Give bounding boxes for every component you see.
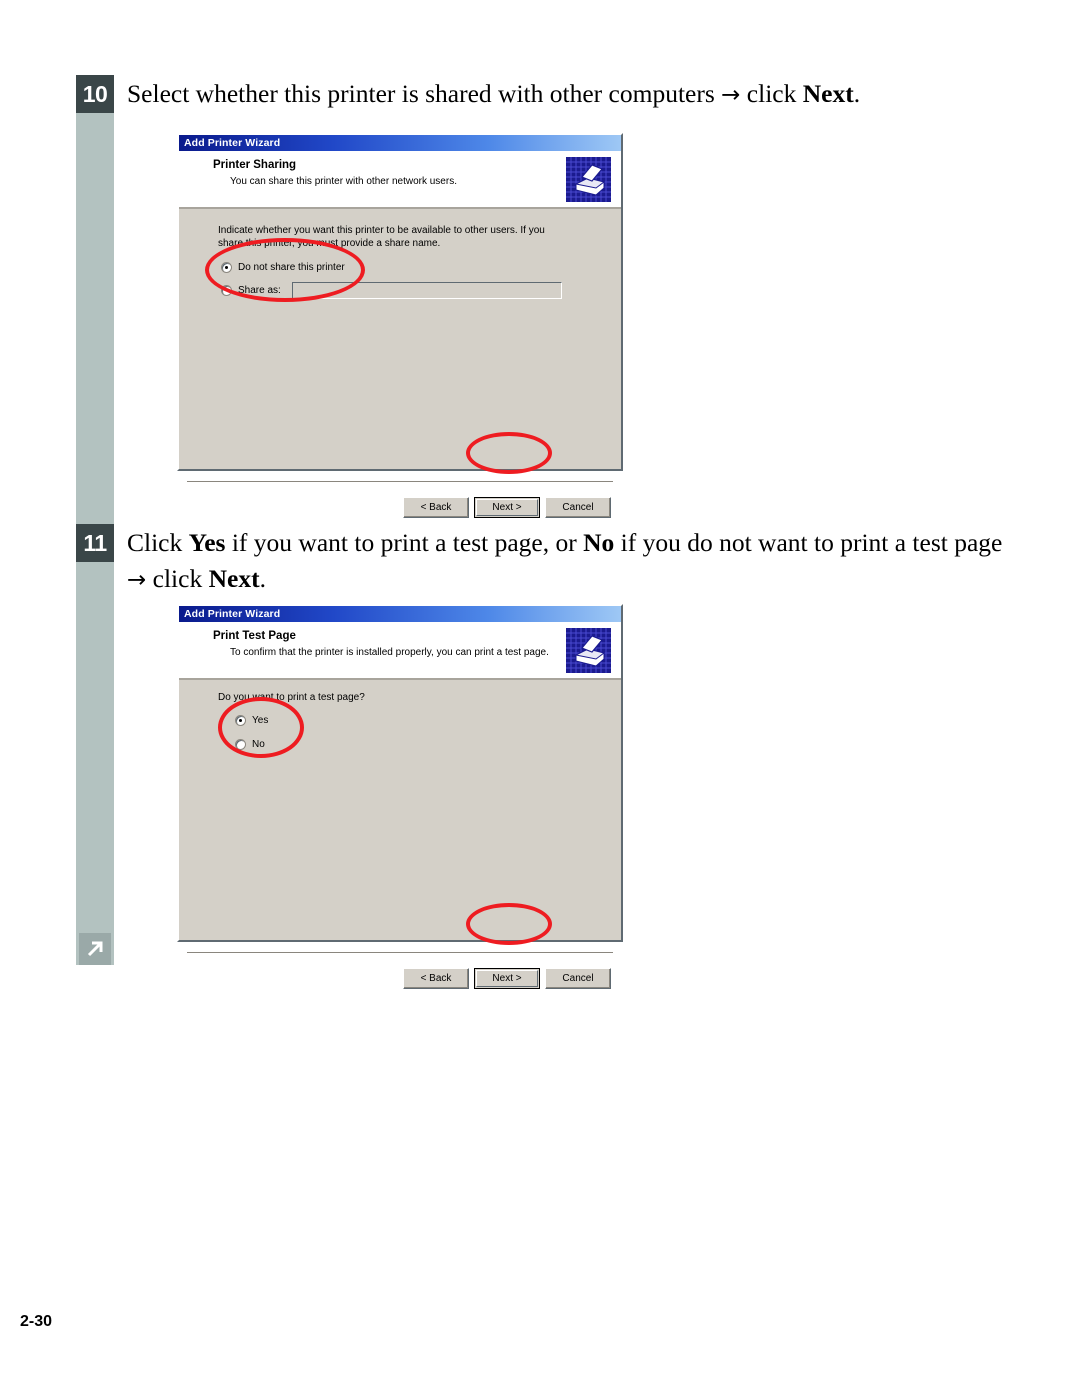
next-button-label: Next > [476, 499, 538, 516]
step-11-yes-label: Yes [188, 528, 226, 557]
dialog1-title: Add Printer Wizard [184, 137, 281, 149]
next-button[interactable]: Next > [474, 497, 540, 518]
dialog2-header: Print Test Page To confirm that the prin… [179, 622, 621, 680]
back-button[interactable]: < Back [403, 968, 469, 989]
step-11-mid2: if you do not want to print a test page [614, 528, 1003, 557]
dialog2-button-row: < Back Next > Cancel [403, 968, 611, 989]
dialog1-header: Printer Sharing You can share this print… [179, 151, 621, 209]
cancel-button[interactable]: Cancel [545, 968, 611, 989]
printer-icon [566, 628, 611, 673]
dialog1-separator [187, 481, 613, 485]
arrow-glyph: → [721, 82, 741, 108]
step-10-text: Select whether this printer is shared wi… [127, 75, 860, 113]
radio-yes-label: Yes [252, 715, 269, 726]
radio-share-as-label: Share as: [238, 285, 281, 296]
radio-do-not-share[interactable]: Do not share this printer [221, 262, 345, 273]
step-11-mid1: if you want to print a test page, or [225, 528, 584, 557]
radio-no-label: No [252, 739, 265, 750]
dialog1-body: Indicate whether you want this printer t… [179, 209, 621, 518]
printer-icon [566, 157, 611, 202]
radio-no[interactable]: No [235, 739, 265, 750]
radio-share-as-indicator[interactable] [221, 285, 232, 296]
step-11-no-label: No [583, 528, 615, 557]
arrow-glyph: → [127, 567, 147, 593]
radio-share-as[interactable]: Share as: [221, 285, 281, 296]
add-printer-wizard-dialog-test-page[interactable]: Add Printer Wizard Print Test Page To co… [177, 604, 623, 989]
radio-no-indicator[interactable] [235, 739, 246, 750]
step-11-period: . [259, 564, 266, 593]
step-10-lead: Select whether this printer is shared wi… [127, 79, 722, 108]
radio-yes-indicator[interactable] [235, 715, 246, 726]
page-number: 2-30 [20, 1313, 53, 1330]
radio-do-not-share-indicator[interactable] [221, 262, 232, 273]
dialog1-body-text: Indicate whether you want this printer t… [218, 225, 545, 249]
step-10-next-label: Next [802, 79, 854, 108]
step-11-text: Click Yes if you want to print a test pa… [127, 524, 1016, 598]
add-printer-wizard-dialog-sharing[interactable]: Add Printer Wizard Printer Sharing You c… [177, 133, 623, 518]
step-11-next-label: Next [208, 564, 260, 593]
dialog2-body: Do you want to print a test page? Yes No… [179, 680, 621, 989]
step-11-click2: click [146, 564, 209, 593]
step-10-click: click [740, 79, 803, 108]
share-name-input[interactable] [292, 282, 562, 299]
step-11-number: 11 [76, 524, 114, 562]
step-10-period: . [853, 79, 861, 108]
step-10: 10 Select whether this printer is shared… [76, 75, 976, 113]
dialog1-header-title: Printer Sharing [213, 159, 297, 171]
step-11: 11 Click Yes if you want to print a test… [76, 524, 1016, 598]
step-11-click: Click [127, 528, 189, 557]
left-accent-rail [76, 75, 114, 965]
dialog2-separator [187, 952, 613, 956]
dialog2-title: Add Printer Wizard [184, 608, 281, 620]
next-button-label: Next > [476, 970, 538, 987]
cancel-button[interactable]: Cancel [545, 497, 611, 518]
test-page-prompt: Do you want to print a test page? [218, 692, 365, 703]
dialog1-button-row: < Back Next > Cancel [403, 497, 611, 518]
diagonal-arrow-icon [79, 933, 111, 965]
dialog1-header-subtitle: You can share this printer with other ne… [230, 176, 457, 187]
dialog2-header-title: Print Test Page [213, 630, 296, 642]
back-button[interactable]: < Back [403, 497, 469, 518]
next-button[interactable]: Next > [474, 968, 540, 989]
dialog1-titlebar: Add Printer Wizard [179, 135, 621, 151]
step-10-number: 10 [76, 75, 114, 113]
radio-do-not-share-label: Do not share this printer [238, 262, 345, 273]
radio-yes[interactable]: Yes [235, 715, 268, 726]
dialog2-titlebar: Add Printer Wizard [179, 606, 621, 622]
dialog2-header-subtitle: To confirm that the printer is installed… [230, 647, 549, 658]
